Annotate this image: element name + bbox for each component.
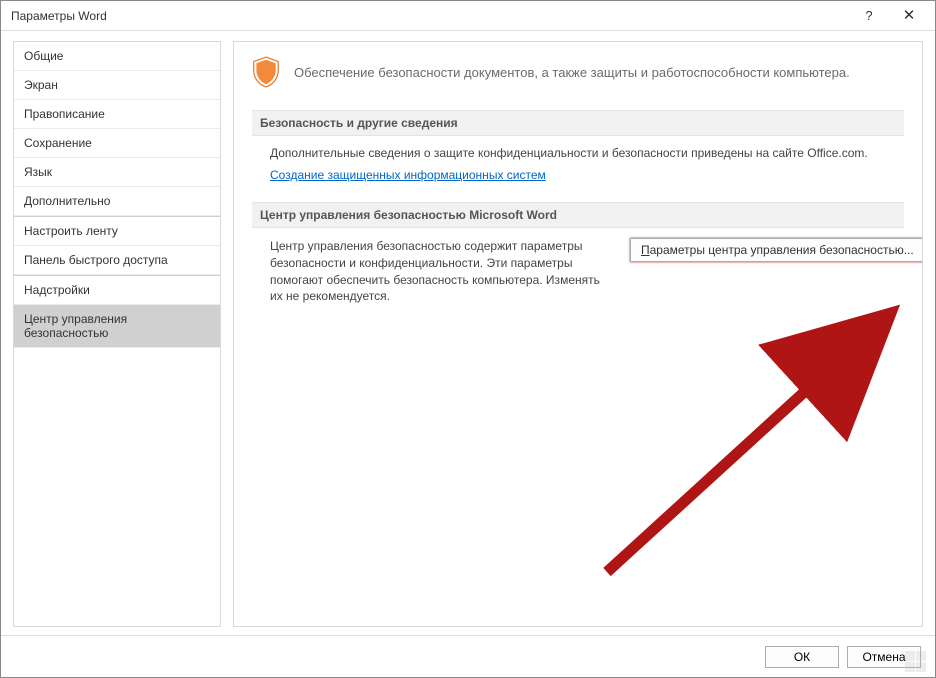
trust-button-accel: П [641,243,650,257]
help-button[interactable]: ? [849,2,889,30]
close-button[interactable]: ✕ [889,2,929,30]
sidebar-item-customize-ribbon[interactable]: Настроить ленту [14,217,220,246]
shield-icon [252,56,280,88]
window-title: Параметры Word [11,9,849,23]
sidebar-item-advanced[interactable]: Дополнительно [14,187,220,216]
sidebar-item-language[interactable]: Язык [14,158,220,187]
intro-text: Обеспечение безопасности документов, а т… [294,65,850,80]
sidebar-item-quick-access[interactable]: Панель быстрого доступа [14,246,220,275]
trust-center-description: Центр управления безопасностью содержит … [270,238,610,305]
security-info-text: Дополнительные сведения о защите конфиде… [270,146,894,160]
trust-center-settings-button[interactable]: Параметры центра управления безопасность… [630,238,923,262]
annotation-arrow [552,272,923,602]
sidebar-item-save[interactable]: Сохранение [14,129,220,158]
dialog-footer: ОК Отмена [1,635,935,677]
sidebar-item-general[interactable]: Общие [14,42,220,71]
security-link[interactable]: Создание защищенных информационных систе… [270,168,546,182]
sidebar-item-trust-center[interactable]: Центр управления безопасностью [14,305,220,348]
cancel-button[interactable]: Отмена [847,646,921,668]
trust-button-label: араметры центра управления безопасностью… [650,243,914,257]
sidebar-item-display[interactable]: Экран [14,71,220,100]
intro-row: Обеспечение безопасности документов, а т… [252,56,904,104]
ok-button[interactable]: ОК [765,646,839,668]
titlebar: Параметры Word ? ✕ [1,1,935,31]
section-security-body: Дополнительные сведения о защите конфиде… [252,136,904,196]
sidebar-item-proofing[interactable]: Правописание [14,100,220,129]
content-pane: Обеспечение безопасности документов, а т… [233,41,923,627]
section-trust-header: Центр управления безопасностью Microsoft… [252,202,904,228]
word-options-dialog: Параметры Word ? ✕ Общие Экран Правописа… [0,0,936,678]
dialog-body: Общие Экран Правописание Сохранение Язык… [1,31,935,635]
section-security-header: Безопасность и другие сведения [252,110,904,136]
sidebar-item-addins[interactable]: Надстройки [14,276,220,305]
sidebar: Общие Экран Правописание Сохранение Язык… [13,41,221,627]
section-trust-body: Центр управления безопасностью содержит … [252,228,904,319]
